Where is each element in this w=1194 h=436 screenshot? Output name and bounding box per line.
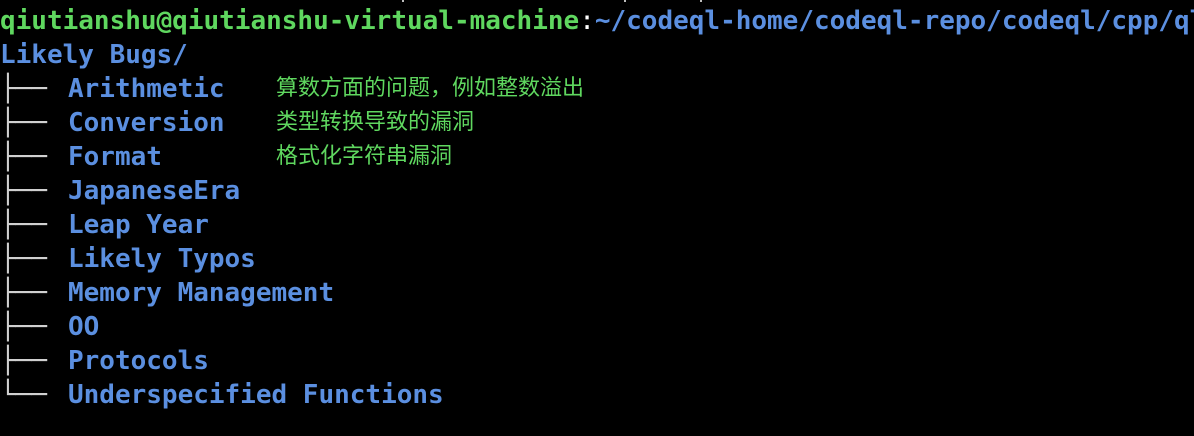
tree-row: ├── OO <box>0 310 276 344</box>
tree-item-likely-typos: Likely Typos <box>68 244 256 274</box>
terminal-window[interactable]: qiutianshu@qiutianshu-virtual-machine: ~/… <box>0 0 1194 436</box>
directory-name: Likely Bugs/ <box>0 40 188 70</box>
prompt-separator: : <box>579 6 595 36</box>
prompt-path: ~/codeql-home/codeql-repo/codeql/cpp/ql/… <box>594 6 1194 36</box>
tree-item-arithmetic: Arithmetic <box>68 74 225 104</box>
tree-branch-line: ├── <box>0 74 47 104</box>
tree-item-protocols: Protocols <box>68 346 209 376</box>
tree-branch-line: ├── <box>0 176 47 206</box>
tree-item-memory-management: Memory Management <box>68 278 335 308</box>
tree-branch-line: ├── <box>0 346 47 376</box>
tree-branch-line: ├── <box>0 210 47 240</box>
tree-row: ├── Protocols <box>0 344 276 378</box>
tree-item-oo: OO <box>68 312 100 342</box>
prompt-line: qiutianshu@qiutianshu-virtual-machine: ~/… <box>0 4 1194 38</box>
tree-item-comment: 类型转换导致的漏洞 <box>276 110 475 135</box>
fragment-mark <box>624 0 626 2</box>
tree-branch-line: ├── <box>0 142 47 172</box>
tree-row: ├── Leap Year <box>0 208 276 242</box>
tree-last-branch-line: └── <box>0 380 47 410</box>
tree-branch-line: ├── <box>0 108 47 138</box>
tree-row: ├── Likely Typos <box>0 242 276 276</box>
prompt-user-host: qiutianshu@qiutianshu-virtual-machine <box>0 6 580 36</box>
tree-item-format: Format <box>68 142 162 172</box>
tree-row: ├── Arithmetic 算数方面的问题，例如整数溢出 <box>0 72 584 106</box>
tree-branch-line: ├── <box>0 278 47 308</box>
tree-item-comment: 格式化字符串漏洞 <box>276 144 453 169</box>
tree-branch-line: ├── <box>0 244 47 274</box>
tree-item-conversion: Conversion <box>68 108 225 138</box>
tree-row: ├── Format 格式化字符串漏洞 <box>0 140 452 174</box>
tree-item-japaneseera: JapaneseEra <box>68 176 241 206</box>
tree-item-leap-year: Leap Year <box>68 210 209 240</box>
tree-item-underspecified-functions: Underspecified Functions <box>68 380 444 410</box>
directory-line: Likely Bugs/ <box>0 38 188 72</box>
tree-row: └── Underspecified Functions <box>0 378 444 412</box>
fragment-mark <box>402 0 404 2</box>
tree-row: ├── Conversion 类型转换导致的漏洞 <box>0 106 474 140</box>
tree-branch-line: ├── <box>0 312 47 342</box>
tree-row: ├── Memory Management <box>0 276 334 310</box>
tree-row: ├── JapaneseEra <box>0 174 276 208</box>
tree-item-comment: 算数方面的问题，例如整数溢出 <box>276 76 585 101</box>
fragment-mark <box>700 0 702 2</box>
